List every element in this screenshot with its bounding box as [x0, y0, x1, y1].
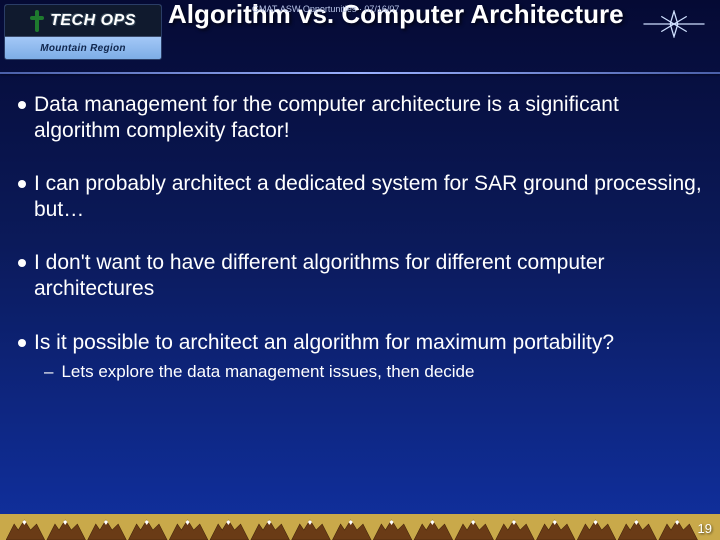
- org-logo-text-bottom: Mountain Region: [5, 43, 161, 54]
- bullet-dot-icon: [18, 339, 26, 347]
- bullet-dash-icon: –: [44, 361, 53, 382]
- footer-strip: 19: [0, 514, 720, 540]
- cactus-icon: [30, 10, 44, 32]
- slide-title: GMAT-ASW Opportunities · 07/16/07 Algori…: [162, 0, 720, 30]
- bullet-dot-icon: [18, 259, 26, 267]
- company-star-icon: [642, 10, 706, 38]
- bullet-item: Is it possible to architect an algorithm…: [18, 330, 702, 356]
- org-logo-text-top: TECH OPS: [50, 12, 136, 30]
- bullet-text: I can probably architect a dedicated sys…: [34, 171, 702, 222]
- header-watermark: GMAT-ASW Opportunities · 07/16/07: [252, 4, 399, 14]
- sub-bullet-text: Lets explore the data management issues,…: [61, 361, 474, 382]
- slide-root: TECH OPS Mountain Region GMAT-ASW Opport…: [0, 0, 720, 540]
- slide-body: Data management for the computer archite…: [0, 74, 720, 383]
- bullet-text: Data management for the computer archite…: [34, 92, 702, 143]
- bullet-item: I don't want to have different algorithm…: [18, 250, 702, 301]
- bullet-text: I don't want to have different algorithm…: [34, 250, 702, 301]
- org-logo-top: TECH OPS: [5, 5, 161, 37]
- bullet-dot-icon: [18, 101, 26, 109]
- sub-bullet-item: – Lets explore the data management issue…: [44, 361, 702, 382]
- page-number: 19: [698, 521, 712, 536]
- bullet-item: Data management for the computer archite…: [18, 92, 702, 143]
- bullet-text: Is it possible to architect an algorithm…: [34, 330, 614, 356]
- bullet-dot-icon: [18, 180, 26, 188]
- header-divider: [0, 72, 720, 74]
- mountain-row-icon: [6, 516, 720, 540]
- org-logo: TECH OPS Mountain Region: [4, 4, 162, 60]
- bullet-item: I can probably architect a dedicated sys…: [18, 171, 702, 222]
- slide-header: TECH OPS Mountain Region GMAT-ASW Opport…: [0, 0, 720, 74]
